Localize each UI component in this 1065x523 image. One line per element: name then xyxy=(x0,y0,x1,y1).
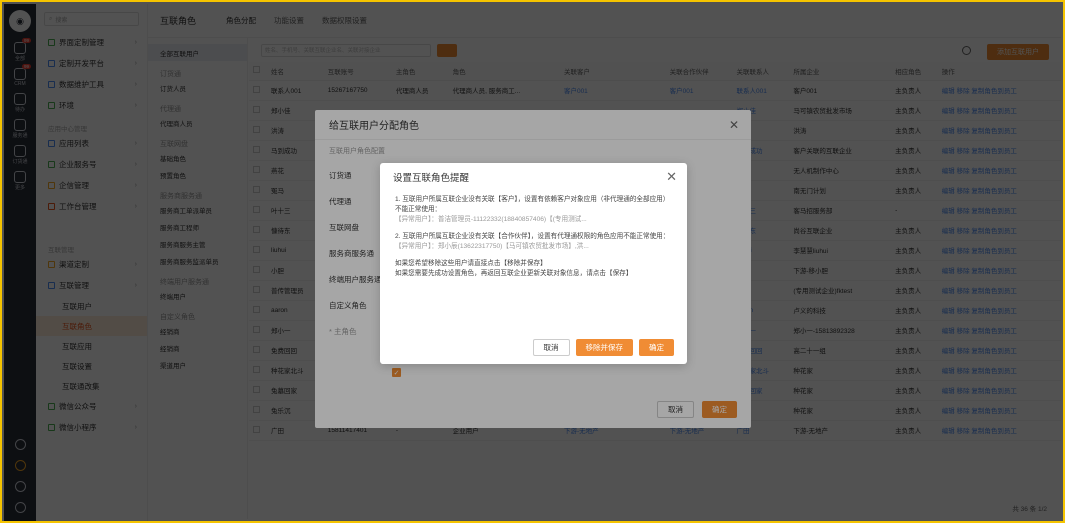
remove-and-save-button[interactable]: 移除并保存 xyxy=(575,339,633,356)
reminder-para-1: 1. 互联用户所属互联企业没有关联【客户】，设置有依赖客户对象应用（非代理通的全… xyxy=(395,196,670,213)
app-frame: ◉ 99全部99CRM待办服务通订货通更多 ⌕ 搜索 界面定制管理›定制开发平台… xyxy=(0,0,1065,523)
close-icon[interactable]: ✕ xyxy=(666,169,677,185)
reminder-footer: 取消 移除并保存 确定 xyxy=(532,339,674,356)
reminder-confirm-button[interactable]: 确定 xyxy=(639,339,674,356)
reminder-para-3b: 如果您需要先成功设置角色，再返回互联企业更新关联对象信息，请点击【保存】 xyxy=(395,270,633,277)
reminder-body: 1. 互联用户所属互联企业没有关联【客户】，设置有依赖客户对象应用（非代理通的全… xyxy=(380,190,687,279)
reminder-para-1-users: 【异常用户】：普洁管理员-11122332(18840857406)【(专用测试… xyxy=(395,216,587,223)
reminder-para-2-users: 【异常用户】：郑小辰(13622317750)【马可镇农贸批发市场】,洪... xyxy=(395,243,589,250)
reminder-para-2: 2. 互联用户所属互联企业没有关联【合作伙伴】，设置有代理通权限的角色应用不能正… xyxy=(395,232,670,240)
reminder-cancel-button[interactable]: 取消 xyxy=(532,339,570,356)
reminder-para-3a: 如果您希望移除这些用户请直接点击【移除并保存】 xyxy=(395,259,547,267)
role-reminder-dialog: 设置互联角色提醒 ✕ 1. 互联用户所属互联企业没有关联【客户】，设置有依赖客户… xyxy=(380,163,687,364)
reminder-dialog-title: 设置互联角色提醒 xyxy=(393,172,470,184)
